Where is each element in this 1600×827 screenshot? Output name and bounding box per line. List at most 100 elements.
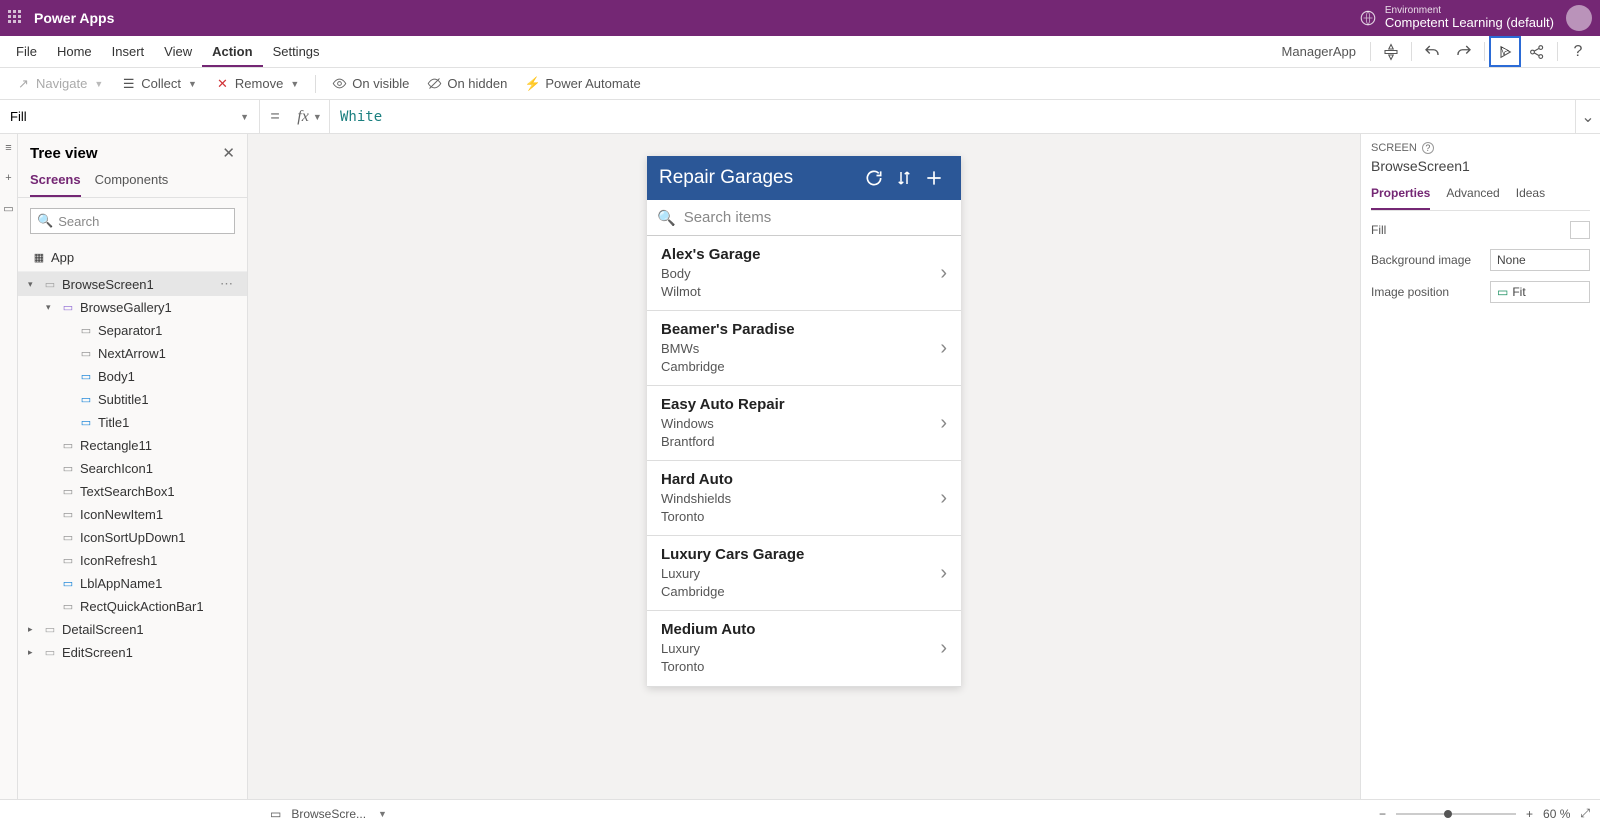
list-item[interactable]: Luxury Cars GarageLuxuryCambridge› xyxy=(647,536,961,611)
avatar[interactable] xyxy=(1566,5,1592,31)
list-item[interactable]: Easy Auto RepairWindowsBrantford› xyxy=(647,386,961,461)
app-checker-icon[interactable] xyxy=(1375,36,1407,67)
zoom-in-icon[interactable]: + xyxy=(1526,807,1533,821)
chevron-right-icon[interactable]: › xyxy=(940,412,947,435)
close-icon[interactable]: ✕ xyxy=(222,144,235,162)
chevron-right-icon[interactable]: ▸ xyxy=(28,624,38,635)
list-item[interactable]: Beamer's ParadiseBMWsCambridge› xyxy=(647,311,961,386)
remove-button[interactable]: ✕ Remove ▼ xyxy=(207,72,307,95)
formula-input[interactable]: White xyxy=(330,100,1576,133)
environment-selector[interactable]: Environment Competent Learning (default) xyxy=(1359,5,1554,30)
tree-node-app[interactable]: ▦ App xyxy=(18,244,247,272)
tree-node[interactable]: ▭IconSortUpDown1 xyxy=(18,526,247,549)
collect-button[interactable]: ☰ Collect ▼ xyxy=(113,72,205,95)
navigate-button[interactable]: ↗ Navigate ▼ xyxy=(8,72,111,95)
tab-components[interactable]: Components xyxy=(95,166,169,197)
section-label: SCREEN xyxy=(1371,142,1417,154)
tab-advanced[interactable]: Advanced xyxy=(1446,182,1499,210)
tab-screens[interactable]: Screens xyxy=(30,166,81,197)
tree-node[interactable]: ▭NextArrow1 xyxy=(18,342,247,365)
menu-settings[interactable]: Settings xyxy=(263,36,330,67)
share-icon[interactable] xyxy=(1521,36,1553,67)
item-subtitle: Luxury xyxy=(661,640,940,658)
menu-file[interactable]: File xyxy=(6,36,47,67)
tree-node[interactable]: ▾▭BrowseGallery1 xyxy=(18,296,247,319)
img-pos-dropdown[interactable]: ▭ Fit xyxy=(1490,281,1590,303)
tree-node[interactable]: ▭Title1 xyxy=(18,411,247,434)
help-icon[interactable]: ? xyxy=(1562,36,1594,67)
zoom-value: 60 % xyxy=(1543,807,1570,821)
chevron-right-icon[interactable]: › xyxy=(940,262,947,285)
property-dropdown[interactable]: Fill ▼ xyxy=(0,100,260,133)
img-pos-value: Fit xyxy=(1512,285,1525,299)
add-icon[interactable] xyxy=(919,168,949,188)
chevron-right-icon[interactable]: ▸ xyxy=(28,647,38,658)
zoom-slider[interactable] xyxy=(1396,813,1516,815)
menu-home[interactable]: Home xyxy=(47,36,102,67)
item-body: Brantford xyxy=(661,433,940,451)
app-search-row[interactable]: 🔍 Search items xyxy=(647,200,961,236)
tree-node[interactable]: ▭TextSearchBox1 xyxy=(18,480,247,503)
prop-imgpos-row: Image position ▭ Fit xyxy=(1371,281,1590,303)
tab-properties[interactable]: Properties xyxy=(1371,182,1430,210)
list-item[interactable]: Alex's GarageBodyWilmot› xyxy=(647,236,961,311)
sort-icon[interactable] xyxy=(889,169,919,187)
chevron-down-icon[interactable]: ▾ xyxy=(46,302,56,313)
tree-node[interactable]: ▭Separator1 xyxy=(18,319,247,342)
list-item[interactable]: Medium AutoLuxuryToronto› xyxy=(647,611,961,686)
item-subtitle: Windshields xyxy=(661,490,940,508)
info-icon[interactable]: ? xyxy=(1422,142,1434,154)
more-icon[interactable]: ⋯ xyxy=(220,276,239,292)
rail-icon[interactable]: ≡ xyxy=(5,142,11,154)
tree-search-input[interactable]: 🔍 Search xyxy=(30,208,235,234)
fit-screen-icon[interactable]: ⤢ xyxy=(1580,806,1590,821)
chevron-down-icon[interactable]: ▼ xyxy=(378,809,387,819)
menu-action[interactable]: Action xyxy=(202,36,262,67)
control-icon: ▭ xyxy=(79,347,93,361)
zoom-out-icon[interactable]: − xyxy=(1379,807,1386,821)
fill-color-swatch[interactable] xyxy=(1570,221,1590,239)
tree-node[interactable]: ▭RectQuickActionBar1 xyxy=(18,595,247,618)
breadcrumb[interactable]: BrowseScre... xyxy=(291,807,366,821)
fx-label[interactable]: fx▼ xyxy=(290,100,330,133)
list-item[interactable]: Hard AutoWindshieldsToronto› xyxy=(647,461,961,536)
waffle-icon[interactable] xyxy=(8,10,24,26)
rail-icon[interactable]: ▭ xyxy=(3,202,13,215)
preview-play-icon[interactable] xyxy=(1489,36,1521,67)
chevron-down-icon: ▼ xyxy=(290,79,299,89)
tree-node[interactable]: ▾▭BrowseScreen1⋯ xyxy=(18,272,247,296)
tree-node[interactable]: ▭Body1 xyxy=(18,365,247,388)
tab-ideas[interactable]: Ideas xyxy=(1516,182,1545,210)
tree-node[interactable]: ▸▭EditScreen1 xyxy=(18,641,247,664)
on-hidden-button[interactable]: On hidden xyxy=(419,72,515,95)
chevron-right-icon[interactable]: › xyxy=(940,487,947,510)
power-automate-button[interactable]: ⚡ Power Automate xyxy=(517,72,648,95)
tree-node[interactable]: ▭Rectangle11 xyxy=(18,434,247,457)
selection-indicator-icon: ▭ xyxy=(270,807,281,821)
app-preview-header: Repair Garages xyxy=(647,156,961,200)
chevron-right-icon[interactable]: › xyxy=(940,562,947,585)
tree-node[interactable]: ▸▭DetailScreen1 xyxy=(18,618,247,641)
tree-node[interactable]: ▭IconNewItem1 xyxy=(18,503,247,526)
on-visible-button[interactable]: On visible xyxy=(324,72,417,95)
chevron-down-icon[interactable]: ▾ xyxy=(28,279,38,290)
formula-expand-icon[interactable]: ⌄ xyxy=(1576,107,1600,127)
chevron-right-icon[interactable]: › xyxy=(940,337,947,360)
chevron-right-icon[interactable]: › xyxy=(940,637,947,660)
redo-icon[interactable] xyxy=(1448,36,1480,67)
control-icon: ▭ xyxy=(61,508,75,522)
app-name-label[interactable]: ManagerApp xyxy=(1272,36,1366,67)
properties-panel: SCREEN ? BrowseScreen1 Properties Advanc… xyxy=(1360,134,1600,799)
tree-node[interactable]: ▭Subtitle1 xyxy=(18,388,247,411)
tree-node[interactable]: ▭IconRefresh1 xyxy=(18,549,247,572)
refresh-icon[interactable] xyxy=(859,168,889,188)
on-hidden-label: On hidden xyxy=(447,76,507,91)
menu-insert[interactable]: Insert xyxy=(102,36,155,67)
tree-node[interactable]: ▭SearchIcon1 xyxy=(18,457,247,480)
rail-icon[interactable]: + xyxy=(5,172,11,184)
canvas-area[interactable]: Repair Garages 🔍 Search items Alex's Gar… xyxy=(248,134,1360,799)
bg-image-dropdown[interactable]: None xyxy=(1490,249,1590,271)
undo-icon[interactable] xyxy=(1416,36,1448,67)
menu-view[interactable]: View xyxy=(154,36,202,67)
tree-node[interactable]: ▭LblAppName1 xyxy=(18,572,247,595)
